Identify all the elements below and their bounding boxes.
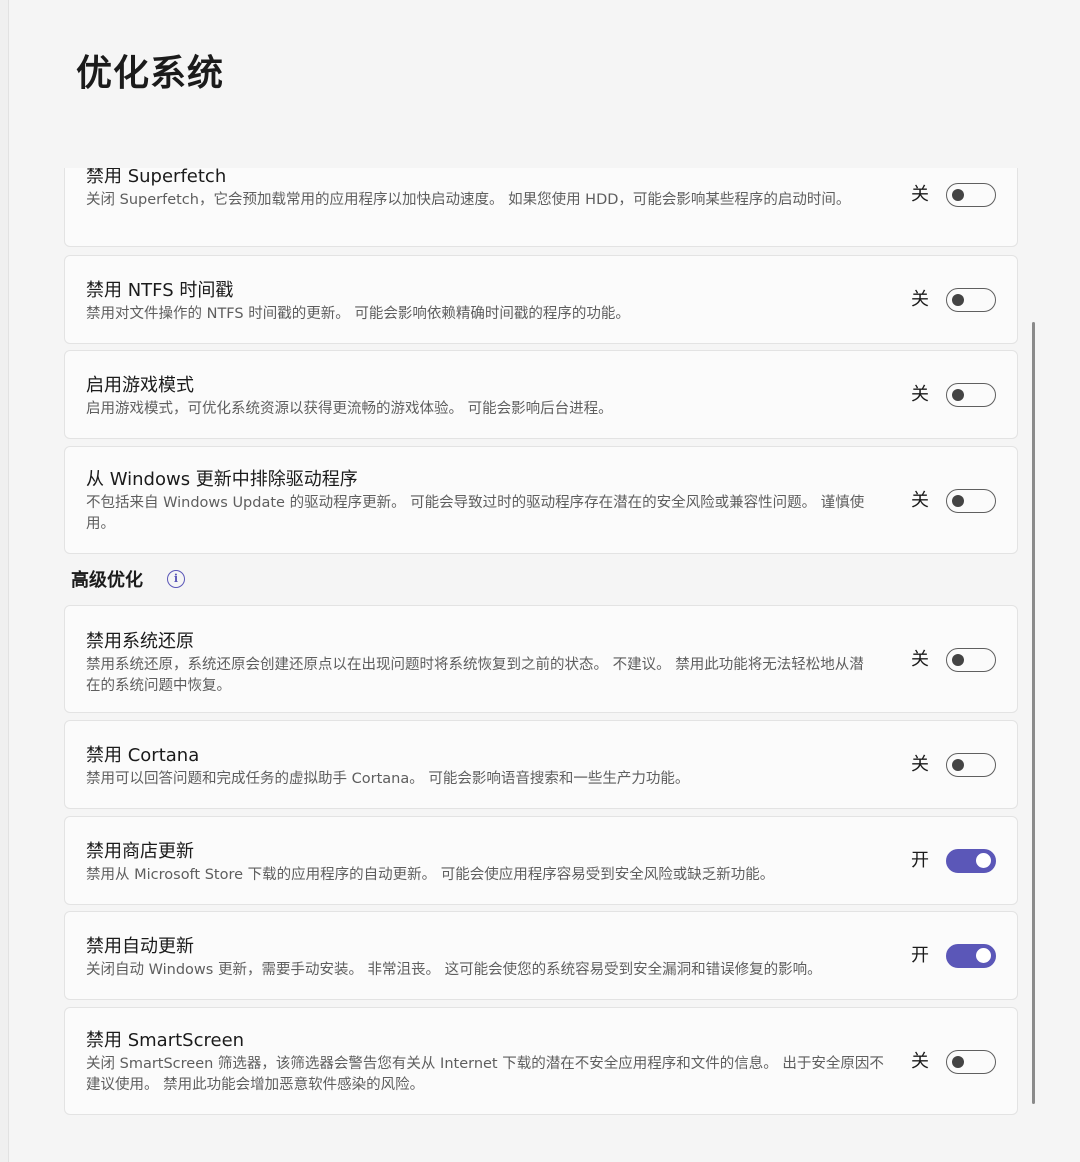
- setting-text: 从 Windows 更新中排除驱动程序 不包括来自 Windows Update…: [86, 468, 886, 535]
- setting-card-ntfs: 禁用 NTFS 时间戳 禁用对文件操作的 NTFS 时间戳的更新。 可能会影响依…: [64, 255, 1018, 344]
- app-window: 优化系统 禁用 Superfetch 关闭 Superfetch，它会预加载常用…: [0, 0, 1080, 1162]
- setting-card-game-mode: 启用游戏模式 启用游戏模式，可优化系统资源以获得更流畅的游戏体验。 可能会影响后…: [64, 350, 1018, 439]
- setting-card-cortana: 禁用 Cortana 禁用可以回答问题和完成任务的虚拟助手 Cortana。 可…: [64, 720, 1018, 809]
- setting-card-superfetch: 禁用 Superfetch 关闭 Superfetch，它会预加载常用的应用程序…: [64, 168, 1018, 247]
- setting-title: 启用游戏模式: [86, 375, 194, 396]
- setting-title: 禁用 Superfetch: [86, 168, 227, 187]
- setting-card-auto-updates: 禁用自动更新 关闭自动 Windows 更新，需要手动安装。 非常沮丧。 这可能…: [64, 911, 1018, 1000]
- setting-title: 从 Windows 更新中排除驱动程序: [86, 469, 358, 490]
- toggle-state-label: 关: [911, 289, 929, 310]
- game-mode-toggle[interactable]: [946, 383, 996, 407]
- setting-description: 关闭 Superfetch，它会预加载常用的应用程序以加快启动速度。 如果您使用…: [86, 192, 851, 208]
- setting-card-exclude-drivers: 从 Windows 更新中排除驱动程序 不包括来自 Windows Update…: [64, 446, 1018, 554]
- toggle-state-label: 开: [911, 945, 929, 966]
- toggle-state-label: 关: [911, 754, 929, 775]
- setting-title: 禁用自动更新: [86, 936, 194, 957]
- store-updates-toggle[interactable]: [946, 849, 996, 873]
- setting-description: 关闭 SmartScreen 筛选器，该筛选器会警告您有关从 Internet …: [86, 1056, 884, 1093]
- setting-text: 禁用 Superfetch 关闭 Superfetch，它会预加载常用的应用程序…: [86, 168, 886, 211]
- toggle-knob: [952, 494, 964, 507]
- toggle-knob: [952, 388, 964, 401]
- exclude-drivers-toggle[interactable]: [946, 489, 996, 513]
- setting-title: 禁用 Cortana: [86, 745, 200, 766]
- setting-card-smartscreen: 禁用 SmartScreen 关闭 SmartScreen 筛选器，该筛选器会警…: [64, 1007, 1018, 1115]
- setting-description: 启用游戏模式，可优化系统资源以获得更流畅的游戏体验。 可能会影响后台进程。: [86, 401, 613, 417]
- setting-title: 禁用 NTFS 时间戳: [86, 280, 234, 301]
- toggle-state-label: 关: [911, 490, 929, 511]
- ntfs-timestamp-toggle[interactable]: [946, 288, 996, 312]
- setting-card-system-restore: 禁用系统还原 禁用系统还原，系统还原会创建还原点以在出现问题时将系统恢复到之前的…: [64, 605, 1018, 713]
- scrollbar-thumb[interactable]: [1032, 322, 1035, 1104]
- toggle-state-label: 开: [911, 850, 929, 871]
- settings-scroll-area[interactable]: 禁用 Superfetch 关闭 Superfetch，它会预加载常用的应用程序…: [0, 168, 1080, 1162]
- auto-updates-toggle[interactable]: [946, 944, 996, 968]
- setting-text: 启用游戏模式 启用游戏模式，可优化系统资源以获得更流畅的游戏体验。 可能会影响后…: [86, 374, 886, 420]
- toggle-knob: [976, 853, 991, 868]
- setting-text: 禁用 NTFS 时间戳 禁用对文件操作的 NTFS 时间戳的更新。 可能会影响依…: [86, 279, 886, 325]
- toggle-state-label: 关: [911, 649, 929, 670]
- toggle-state-label: 关: [911, 1051, 929, 1072]
- setting-description: 禁用可以回答问题和完成任务的虚拟助手 Cortana。 可能会影响语音搜索和一些…: [86, 771, 690, 787]
- toggle-knob: [952, 1055, 964, 1068]
- setting-description: 禁用对文件操作的 NTFS 时间戳的更新。 可能会影响依赖精确时间戳的程序的功能…: [86, 306, 630, 322]
- setting-description: 不包括来自 Windows Update 的驱动程序更新。 可能会导致过时的驱动…: [86, 495, 865, 532]
- setting-text: 禁用系统还原 禁用系统还原，系统还原会创建还原点以在出现问题时将系统恢复到之前的…: [86, 630, 886, 697]
- toggle-knob: [952, 653, 964, 666]
- toggle-knob: [952, 188, 964, 201]
- setting-title: 禁用商店更新: [86, 841, 194, 862]
- setting-text: 禁用商店更新 禁用从 Microsoft Store 下载的应用程序的自动更新。…: [86, 840, 886, 886]
- info-icon[interactable]: i: [167, 570, 185, 588]
- page-title: 优化系统: [76, 53, 225, 94]
- setting-title: 禁用系统还原: [86, 631, 194, 652]
- setting-description: 禁用从 Microsoft Store 下载的应用程序的自动更新。 可能会使应用…: [86, 867, 775, 883]
- toggle-knob: [952, 293, 964, 306]
- setting-title: 禁用 SmartScreen: [86, 1030, 245, 1051]
- smartscreen-toggle[interactable]: [946, 1050, 996, 1074]
- setting-text: 禁用自动更新 关闭自动 Windows 更新，需要手动安装。 非常沮丧。 这可能…: [86, 935, 886, 981]
- section-header-advanced: 高级优化: [71, 570, 143, 591]
- system-restore-toggle[interactable]: [946, 648, 996, 672]
- setting-text: 禁用 SmartScreen 关闭 SmartScreen 筛选器，该筛选器会警…: [86, 1029, 886, 1096]
- setting-text: 禁用 Cortana 禁用可以回答问题和完成任务的虚拟助手 Cortana。 可…: [86, 744, 886, 790]
- toggle-knob: [976, 948, 991, 963]
- setting-card-store-updates: 禁用商店更新 禁用从 Microsoft Store 下载的应用程序的自动更新。…: [64, 816, 1018, 905]
- setting-description: 关闭自动 Windows 更新，需要手动安装。 非常沮丧。 这可能会使您的系统容…: [86, 962, 822, 978]
- toggle-knob: [952, 758, 964, 771]
- setting-description: 禁用系统还原，系统还原会创建还原点以在出现问题时将系统恢复到之前的状态。 不建议…: [86, 657, 864, 694]
- toggle-state-label: 关: [911, 384, 929, 405]
- cortana-toggle[interactable]: [946, 753, 996, 777]
- toggle-state-label: 关: [911, 184, 929, 205]
- superfetch-toggle[interactable]: [946, 183, 996, 207]
